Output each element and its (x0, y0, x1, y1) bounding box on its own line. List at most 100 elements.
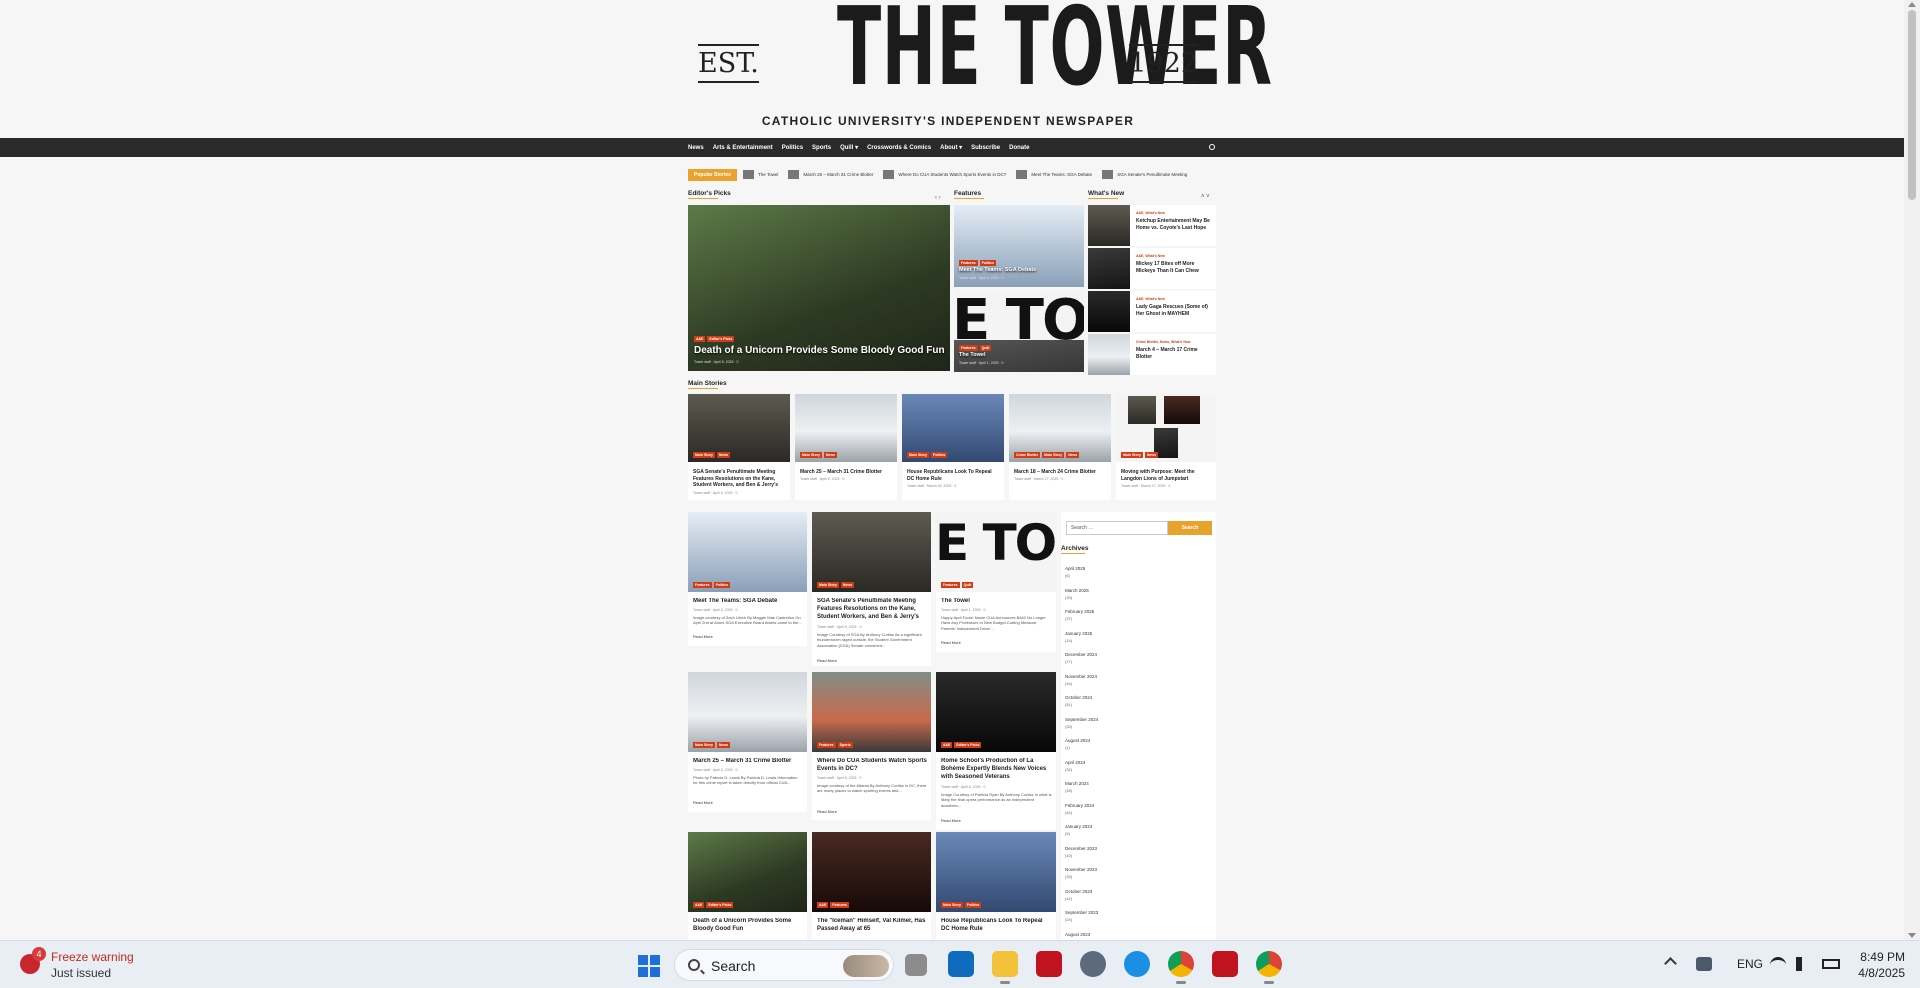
read-more-link[interactable]: Read More (941, 818, 961, 823)
archive-link[interactable]: August 2024 (1) (1065, 738, 1090, 750)
archive-link[interactable]: December 2024 (17) (1065, 652, 1097, 664)
archive-month[interactable]: December 2024 (1065, 652, 1097, 657)
archive-month[interactable]: January 2025 (1065, 631, 1092, 636)
archive-month[interactable]: April 2024 (1065, 760, 1085, 765)
nav-item-news[interactable]: News (688, 145, 704, 151)
post-title[interactable]: Meet The Teams: SGA Debate (693, 598, 803, 607)
archive-month[interactable]: August 2024 (1065, 738, 1090, 743)
archive-month[interactable]: December 2023 (1065, 846, 1097, 851)
archive-month[interactable]: February 2024 (1065, 803, 1094, 808)
weather-alert-title[interactable]: Freeze warning (51, 950, 134, 964)
editors-pick-card[interactable]: A&E Editor's Picks Death of a Unicorn Pro… (688, 205, 950, 371)
archive-month[interactable]: September 2023 (1065, 910, 1098, 915)
nav-item-crosswords[interactable]: Crosswords & Comics (867, 145, 931, 151)
whats-new-item[interactable]: A&E, What's New Ketchup Entertainment Ma… (1088, 205, 1216, 246)
battery-icon[interactable] (1822, 959, 1840, 969)
scrollbar-thumb[interactable] (1908, 10, 1916, 200)
chrome-icon[interactable] (1168, 951, 1194, 984)
post-card[interactable]: Main Story News SGA Senate's Penultimate … (812, 512, 931, 666)
task-view-icon[interactable] (905, 954, 927, 976)
main-story-title[interactable]: House Republicans Look To Repeal DC Home… (907, 469, 1000, 483)
onedrive-icon[interactable] (1696, 957, 1712, 971)
main-story-card[interactable]: Main Story News SGA Senate's Penultimate … (688, 394, 790, 500)
ticker-item[interactable]: Where Do CUA Students Watch Sports Event… (883, 170, 1006, 179)
archive-month[interactable]: November 2024 (1065, 674, 1097, 679)
archive-month[interactable]: August 2023 (1065, 932, 1090, 937)
post-card[interactable]: A&E Editor's Picks Rome School's Producti… (936, 672, 1056, 830)
post-title[interactable]: The "Iceman" Himself, Val Kilmer, Has Pa… (817, 918, 927, 935)
archive-month[interactable]: March 2025 (1065, 588, 1089, 593)
whats-new-category[interactable]: A&E, What's New (1136, 211, 1165, 215)
feature-card[interactable]: E TOW FeaturesQuill The Towel Tower staf… (954, 290, 1084, 372)
post-title[interactable]: March 25 – March 31 Crime Blotter (693, 758, 803, 767)
archive-month[interactable]: April 2025 (1065, 566, 1085, 571)
archive-month[interactable]: January 2024 (1065, 824, 1092, 829)
start-button-icon[interactable] (638, 955, 660, 977)
archive-month[interactable]: February 2025 (1065, 609, 1094, 614)
archive-link[interactable]: March 2025 (33) (1065, 588, 1089, 600)
main-story-title[interactable]: SGA Senate's Penultimate Meeting Feature… (693, 469, 786, 489)
ticker-item[interactable]: SGA Senate's Penultimate Meeting (1102, 170, 1187, 179)
ticker-item[interactable]: Meet The Teams: SGA Debate (1016, 170, 1092, 179)
archive-link[interactable]: March 2024 (18) (1065, 781, 1089, 793)
archive-link[interactable]: February 2025 (37) (1065, 609, 1094, 621)
post-title[interactable]: SGA Senate's Penultimate Meeting Feature… (817, 598, 927, 623)
volume-icon[interactable] (1796, 957, 1812, 971)
archive-month[interactable]: October 2024 (1065, 695, 1092, 700)
whats-new-item[interactable]: A&E, What's New Lady Gaga Rescues (Some … (1088, 291, 1216, 332)
post-card[interactable]: Main Story News March 25 – March 31 Crime… (688, 672, 807, 812)
main-story-title[interactable]: Moving with Purpose: Meet the Langdon Li… (1121, 469, 1212, 483)
nav-item-about[interactable]: About ▾ (940, 144, 962, 151)
archive-link[interactable]: November 2024 (44) (1065, 674, 1097, 686)
read-more-link[interactable]: Read More (817, 809, 837, 814)
outlook-icon[interactable] (948, 951, 974, 977)
sidebar-search-input[interactable]: Search … (1066, 521, 1168, 535)
post-card[interactable]: Features Politics Meet The Teams: SGA Deb… (688, 512, 807, 646)
post-card[interactable]: Main Story Politics House Republicans Loo… (936, 832, 1056, 940)
page-scrollbar[interactable] (1904, 0, 1920, 940)
chrome-profile-icon[interactable] (1256, 951, 1282, 984)
archive-link[interactable]: November 2023 (33) (1065, 867, 1097, 879)
file-explorer-icon[interactable] (992, 951, 1018, 984)
archive-link[interactable]: January 2025 (14) (1065, 631, 1092, 643)
archive-link[interactable]: October 2023 (42) (1065, 889, 1092, 901)
main-story-card[interactable]: Crime Blotter Main Story News March 18 – M… (1009, 394, 1111, 500)
scroll-up-icon[interactable] (1908, 2, 1916, 7)
whats-new-category[interactable]: Crime Blotter, News, What's New (1136, 340, 1191, 344)
whats-new-item[interactable]: Crime Blotter, News, What's New March 4 … (1088, 334, 1216, 375)
post-title[interactable]: The Towel (941, 598, 1052, 607)
archive-month[interactable]: September 2024 (1065, 717, 1098, 722)
nav-item-subscribe[interactable]: Subscribe (971, 145, 1000, 151)
archive-link[interactable]: December 2023 (10) (1065, 846, 1097, 858)
whats-new-category[interactable]: A&E, What's New (1136, 297, 1165, 301)
mcafee-secondary-icon[interactable] (1212, 951, 1238, 977)
language-indicator[interactable]: ENG (1737, 957, 1763, 971)
read-more-link[interactable]: Read More (817, 658, 837, 663)
whats-new-category[interactable]: A&E, What's New (1136, 254, 1165, 258)
whats-new-title[interactable]: March 4 – March 17 Crime Blotter (1136, 347, 1214, 360)
archive-link[interactable]: April 2025 (6) (1065, 566, 1085, 578)
sidebar-search-button[interactable]: Search (1168, 521, 1212, 535)
ticker-item[interactable]: March 25 – March 31 Crime Blotter (788, 170, 873, 179)
editors-pick-title[interactable]: Death of a Unicorn Provides Some Bloody … (694, 345, 945, 356)
editors-picks-arrows-icon[interactable]: ‹ › (935, 195, 941, 201)
main-story-card[interactable]: Main Story News March 25 – March 31 Crime… (795, 394, 897, 500)
wifi-icon[interactable] (1770, 957, 1786, 971)
post-title[interactable]: Death of a Unicorn Provides Some Bloody … (693, 918, 803, 935)
site-logo[interactable]: THE TOWER (837, 0, 1272, 102)
main-story-card[interactable]: Main Story News Moving with Purpose: Meet… (1116, 394, 1216, 500)
whats-new-title[interactable]: Lady Gaga Rescues (Some of) Her Ghost in… (1136, 304, 1214, 317)
nav-item-sports[interactable]: Sports (812, 145, 831, 151)
archive-link[interactable]: September 2023 (24) (1065, 910, 1098, 922)
post-title[interactable]: Where Do CUA Students Watch Sports Event… (817, 758, 927, 775)
help-icon[interactable] (1124, 951, 1150, 977)
post-title[interactable]: House Republicans Look To Repeal DC Home… (941, 918, 1052, 935)
read-more-link[interactable]: Read More (693, 800, 713, 805)
archive-month[interactable]: November 2023 (1065, 867, 1097, 872)
nav-search-icon[interactable] (1209, 144, 1215, 150)
read-more-link[interactable]: Read More (941, 640, 961, 645)
post-card[interactable]: A&E Features The "Iceman" Himself, Val Ki… (812, 832, 931, 940)
scroll-down-icon[interactable] (1908, 933, 1916, 938)
ticker-item[interactable]: The Towel (742, 170, 778, 179)
archive-link[interactable]: October 2024 (51) (1065, 695, 1092, 707)
